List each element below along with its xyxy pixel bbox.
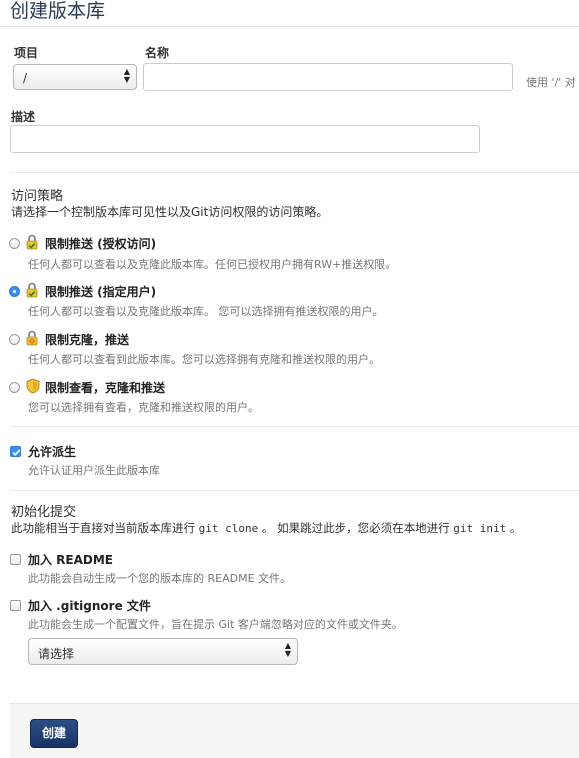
gitignore-template-select[interactable]: 请选择 ▲ ▼ [28, 638, 298, 665]
access-option-radio[interactable] [9, 238, 20, 249]
shield-icon [26, 378, 40, 394]
name-input[interactable] [143, 63, 513, 91]
name-label: 名称 [145, 46, 170, 60]
name-hint: 使用 '/' 对 [526, 76, 576, 89]
divider [10, 490, 579, 491]
green-lock-icon [26, 234, 38, 250]
allow-fork-description: 允许认证用户派生此版本库 [28, 464, 160, 477]
git-init-command: git init [453, 522, 507, 535]
access-policy-title: 访问策略 [11, 189, 64, 204]
project-label: 项目 [14, 46, 39, 60]
access-option-radio[interactable] [9, 382, 20, 393]
description-label: 描述 [11, 110, 36, 124]
initial-commit-description: 此功能相当于直接对当前版本库进行 git clone 。 如果跳过此步，您必须在… [11, 520, 521, 536]
access-option-description: 任何人都可以查看以及克隆此版本库。 您可以选择拥有推送权限的用户。 [28, 305, 384, 318]
select-arrows-icon: ▲ ▼ [284, 641, 291, 658]
add-gitignore-label: 加入 .gitignore 文件 [28, 599, 151, 613]
divider [10, 172, 579, 173]
add-gitignore-description: 此功能会生成一个配置文件，旨在提示 Git 客户端忽略对应的文件或文件夹。 [28, 618, 403, 631]
initial-commit-text: 。 如果跳过此步，您必须在本地进行 [258, 521, 454, 535]
initial-commit-title: 初始化提交 [11, 505, 77, 520]
page-title: 创建版本库 [10, 0, 106, 22]
divider [10, 426, 579, 427]
initial-commit-text: 。 [506, 521, 522, 535]
form-actions-bar [10, 703, 579, 758]
gitignore-select-value: 请选择 [38, 647, 75, 661]
add-readme-description: 此功能会自动生成一个您的版本库的 README 文件。 [28, 572, 292, 585]
access-option-description: 您可以选择拥有查看，克隆和推送权限的用户。 [28, 401, 259, 414]
git-clone-command: git clone [198, 522, 259, 535]
description-input[interactable] [10, 125, 480, 153]
allow-fork-label: 允许派生 [28, 445, 77, 459]
access-option-label: 限制查看，克隆和推送 [45, 381, 166, 395]
add-readme-label: 加入 README [28, 553, 114, 567]
access-option-label: 限制推送 (指定用户) [45, 285, 157, 299]
initial-commit-text: 此功能相当于直接对当前版本库进行 [11, 521, 199, 535]
create-repository-page: 创建版本库 项目 / ▲ ▼ 名称 使用 '/' 对 描述 访问策略 请选择一个控… [0, 0, 579, 758]
project-select[interactable]: / ▲ ▼ [13, 64, 137, 90]
access-option-label: 限制克隆，推送 [45, 333, 130, 347]
project-select-value: / [23, 71, 28, 85]
select-arrows-icon: ▲ ▼ [123, 67, 130, 84]
add-gitignore-checkbox[interactable] [10, 600, 21, 611]
access-option-radio[interactable] [9, 334, 20, 345]
green-lock-icon [26, 282, 38, 298]
create-button[interactable]: 创建 [30, 719, 78, 748]
orange-lock-icon [26, 330, 38, 346]
access-option-description: 任何人都可以查看到此版本库。您可以选择拥有克隆和推送权限的用户。 [28, 353, 380, 366]
access-option-label: 限制推送 (授权访问) [45, 237, 157, 251]
add-readme-checkbox[interactable] [10, 554, 21, 565]
allow-fork-checkbox[interactable] [10, 446, 21, 457]
checkmark-icon [12, 449, 21, 457]
access-policy-description: 请选择一个控制版本库可见性以及Git访问权限的访问策略。 [11, 205, 329, 219]
title-divider [0, 26, 579, 27]
access-option-description: 任何人都可以查看以及克隆此版本库。任何已授权用户拥有RW+推送权限。 [28, 258, 397, 271]
access-option-radio-selected[interactable] [9, 286, 20, 297]
